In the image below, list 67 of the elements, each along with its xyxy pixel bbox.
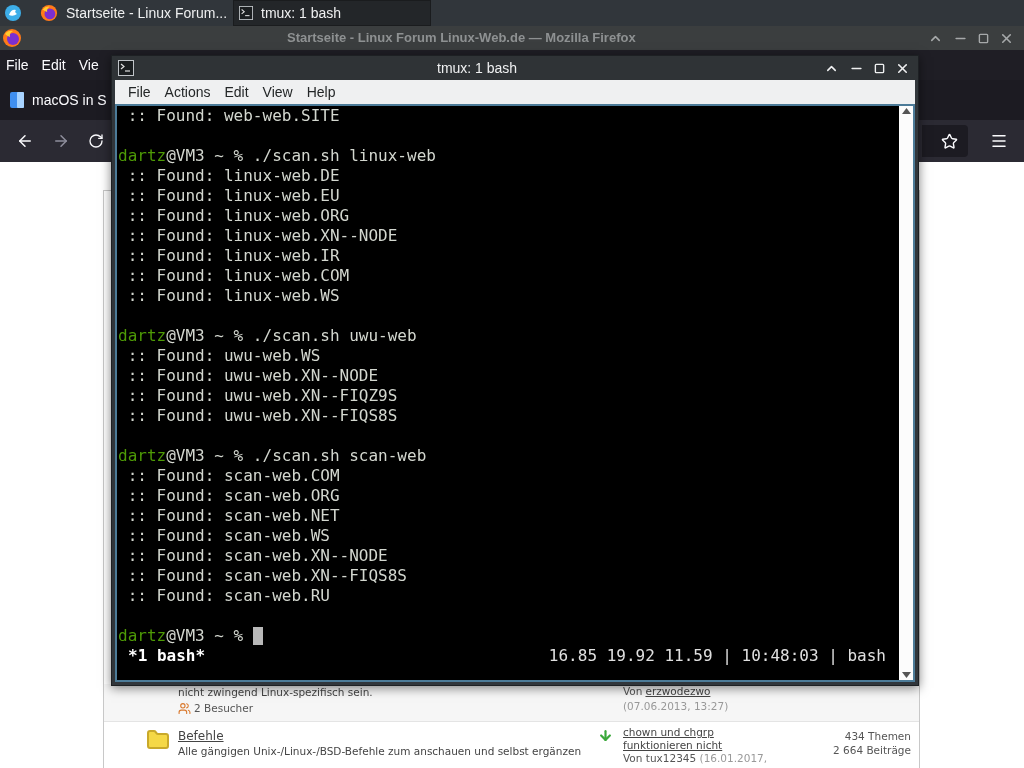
- author-prefix: Von: [623, 684, 643, 699]
- menu-item[interactable]: File: [128, 81, 151, 103]
- menu-item[interactable]: Actions: [164, 81, 211, 103]
- menu-item[interactable]: View: [262, 81, 293, 103]
- tmux-status: 16.85 19.92 11.59 | 10:48:03 | bash: [548, 646, 886, 666]
- firefox-logo-icon: [40, 4, 58, 22]
- forum-description: nicht zwingend Linux-spezifisch sein.: [178, 686, 374, 699]
- post-author-line: Von tux12345 (16.01.2017,: [623, 752, 769, 765]
- menu-item[interactable]: File: [6, 54, 29, 76]
- output-line: :: Found: linux-web.EU: [126, 186, 341, 206]
- back-icon[interactable]: [16, 132, 34, 150]
- folder-icon: [146, 728, 170, 752]
- output-line: :: Found: uwu-web.WS: [126, 346, 322, 366]
- thread-link[interactable]: chown und chgrp funktionieren nicht: [623, 726, 738, 752]
- output-line: :: Found: linux-web.IR: [126, 246, 341, 266]
- tmux-window-tab[interactable]: *1 bash*: [118, 646, 206, 666]
- prompt-line: dartz@VM3 ~ % ./scan.sh scan-web: [118, 446, 427, 466]
- terminal-icon: [118, 60, 134, 76]
- output-line: :: Found: scan-web.NET: [126, 506, 341, 526]
- output-line: :: Found: scan-web.XN--NODE: [126, 546, 389, 566]
- output-line: :: Found: scan-web.ORG: [126, 486, 341, 506]
- menu-item[interactable]: Edit: [224, 81, 249, 103]
- output-line: :: Found: scan-web.WS: [126, 526, 331, 546]
- output-line: :: Found: linux-web.COM: [126, 266, 351, 286]
- users-icon: [178, 702, 191, 715]
- menu-item[interactable]: Edit: [41, 54, 66, 76]
- post-date: (07.06.2013, 13:27): [623, 699, 730, 714]
- author-link[interactable]: erzwodezwo: [645, 684, 711, 699]
- prompt-line: dartz@VM3 ~ %: [118, 626, 245, 646]
- forum-description: Alle gängigen Unix-/Linux-/BSD-Befehle zum anschauen und selbst ergänzen: [178, 744, 583, 758]
- terminal-icon: [239, 6, 253, 20]
- output-line: :: Found: linux-web.WS: [126, 286, 341, 306]
- prompt-line: dartz@VM3 ~ % ./scan.sh uwu-web: [118, 326, 417, 346]
- launcher-icon[interactable]: [5, 5, 21, 21]
- forward-icon[interactable]: [52, 132, 70, 150]
- output-line: :: Found: scan-web.XN--FIQS8S: [126, 566, 408, 586]
- scrollbar[interactable]: [899, 106, 913, 680]
- scroll-down-icon[interactable]: [901, 672, 911, 678]
- output-line: :: Found: uwu-web.XN--NODE: [126, 366, 380, 386]
- output-line: :: Found: web-web.SITE: [126, 106, 341, 126]
- firefox-logo-icon: [2, 28, 22, 48]
- output-line: :: Found: scan-web.RU: [126, 586, 331, 606]
- url-bar[interactable]: [922, 125, 968, 157]
- visitor-count: 2 Besucher: [194, 702, 253, 715]
- output-line: :: Found: linux-web.DE: [126, 166, 341, 186]
- prompt-line: dartz@VM3 ~ % ./scan.sh linux-web: [118, 146, 436, 166]
- output-line: :: Found: scan-web.COM: [126, 466, 341, 486]
- output-line: :: Found: uwu-web.XN--FIQZ9S: [126, 386, 399, 406]
- forum-title-link[interactable]: Befehle: [178, 729, 224, 744]
- browser-tab[interactable]: macOS in S: [10, 89, 107, 111]
- task-button[interactable]: Startseite - Linux Forum...: [35, 0, 233, 26]
- window-title: tmux: 1 bash: [437, 58, 518, 78]
- forum-stat: 434 Themen: [844, 729, 911, 743]
- arrow-down-icon: [598, 728, 613, 743]
- scroll-up-icon[interactable]: [901, 108, 911, 114]
- output-line: :: Found: linux-web.XN--NODE: [126, 226, 399, 246]
- output-line: :: Found: linux-web.ORG: [126, 206, 351, 226]
- maximize-icon[interactable]: [978, 32, 989, 44]
- forum-stat: 2 664 Beiträge: [833, 743, 911, 757]
- menu-icon[interactable]: [990, 132, 1008, 150]
- task-button[interactable]: tmux: 1 bash: [233, 0, 431, 26]
- menu-item[interactable]: Vie: [78, 54, 99, 76]
- output-line: :: Found: uwu-web.XN--FIQS8S: [126, 406, 399, 426]
- reload-icon[interactable]: [88, 133, 104, 149]
- bookmark-star-icon[interactable]: [941, 132, 958, 150]
- window-title: Startseite - Linux Forum Linux-Web.de — Mozilla Firefox: [287, 29, 636, 48]
- menu-item[interactable]: Help: [306, 81, 336, 103]
